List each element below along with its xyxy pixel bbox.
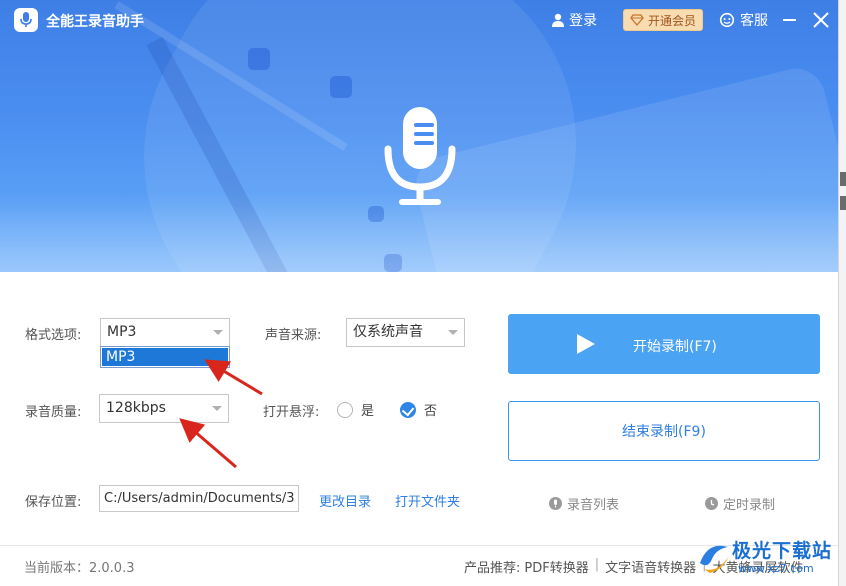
microphone-icon (384, 107, 456, 205)
watermark-logo: 极光下载站 www.xz7.com (694, 533, 836, 583)
header-banner: 全能王录音助手 登录 开通会员 客服 (0, 0, 838, 272)
minimize-button[interactable] (783, 19, 796, 21)
clock-icon (705, 497, 718, 510)
change-directory-link[interactable]: 更改目录 (319, 491, 371, 510)
play-icon (577, 334, 595, 354)
background-window-edge (838, 0, 846, 586)
products-label: 产品推荐: (464, 561, 521, 576)
open-folder-link[interactable]: 打开文件夹 (395, 491, 460, 510)
source-select[interactable]: 仅系统声音 (346, 318, 465, 347)
format-value: MP3 (107, 324, 137, 340)
float-yes-label: 是 (361, 404, 375, 419)
product-link-tts[interactable]: 文字语音转换器 (605, 557, 696, 576)
chevron-down-icon (448, 330, 458, 335)
timer-recording-label: 定时录制 (723, 498, 776, 513)
user-icon (552, 13, 564, 27)
start-recording-label: 开始录制(F7) (633, 339, 717, 355)
source-label: 声音来源: (265, 328, 322, 343)
quality-value: 128kbps (106, 400, 166, 416)
separator: | (594, 557, 600, 572)
format-option-mp3[interactable]: MP3 (102, 348, 228, 366)
float-yes-radio[interactable]: 是 (337, 400, 374, 419)
vip-label: 开通会员 (647, 13, 696, 28)
app-logo-icon (14, 8, 38, 32)
stop-recording-label: 结束录制(F9) (622, 424, 706, 440)
record-list-button[interactable]: 录音列表 (549, 494, 619, 513)
chevron-down-icon (213, 330, 223, 335)
source-value: 仅系统声音 (353, 324, 423, 340)
format-dropdown-list: MP3 (100, 346, 230, 368)
format-label: 格式选项: (25, 328, 82, 343)
save-path-input[interactable]: C:/Users/admin/Documents/3 (99, 485, 299, 512)
customer-service-button[interactable]: 客服 (719, 10, 768, 30)
vip-button[interactable]: 开通会员 (623, 9, 703, 31)
edge-mark (840, 196, 846, 210)
product-link-pdf[interactable]: PDF转换器 (524, 557, 588, 576)
quality-select[interactable]: 128kbps (99, 394, 229, 423)
diamond-icon (630, 14, 644, 26)
annotation-arrow (204, 359, 263, 396)
version-text: 当前版本：2.0.0.3 (24, 561, 135, 576)
app-title: 全能王录音助手 (46, 14, 144, 30)
banner-decoration (330, 76, 352, 98)
start-recording-button[interactable]: 开始录制(F7) (508, 314, 820, 374)
float-label: 打开悬浮: (263, 405, 320, 420)
chevron-down-icon (212, 406, 222, 411)
login-label: 登录 (569, 13, 597, 29)
quality-label: 录音质量: (25, 405, 82, 420)
banner-decoration (248, 48, 270, 70)
record-list-label: 录音列表 (567, 498, 620, 513)
close-button[interactable] (812, 11, 830, 29)
watermark-swirl-icon (700, 545, 728, 573)
login-button[interactable]: 登录 (551, 10, 597, 30)
service-icon (719, 12, 735, 28)
float-no-label: 否 (424, 404, 438, 419)
mic-small-icon (549, 497, 562, 510)
edge-mark (840, 172, 846, 186)
radio-unchecked-icon (337, 401, 353, 418)
save-location-label: 保存位置: (25, 495, 82, 510)
app-window: 全能王录音助手 登录 开通会员 客服 格式选项: MP3 MP3 声音来源: 仅… (0, 0, 838, 586)
service-label: 客服 (740, 13, 768, 29)
title-bar: 全能王录音助手 登录 开通会员 客服 (0, 0, 838, 40)
annotation-arrow (179, 418, 237, 469)
format-select[interactable]: MP3 (100, 318, 230, 347)
close-icon (813, 12, 829, 28)
watermark-brand: 极光下载站 (732, 540, 833, 562)
watermark-url: www.xz7.com (738, 562, 814, 575)
radio-checked-icon (400, 401, 416, 418)
stop-recording-button[interactable]: 结束录制(F9) (508, 401, 820, 461)
timer-recording-button[interactable]: 定时录制 (705, 494, 775, 513)
float-no-radio[interactable]: 否 (400, 400, 437, 419)
